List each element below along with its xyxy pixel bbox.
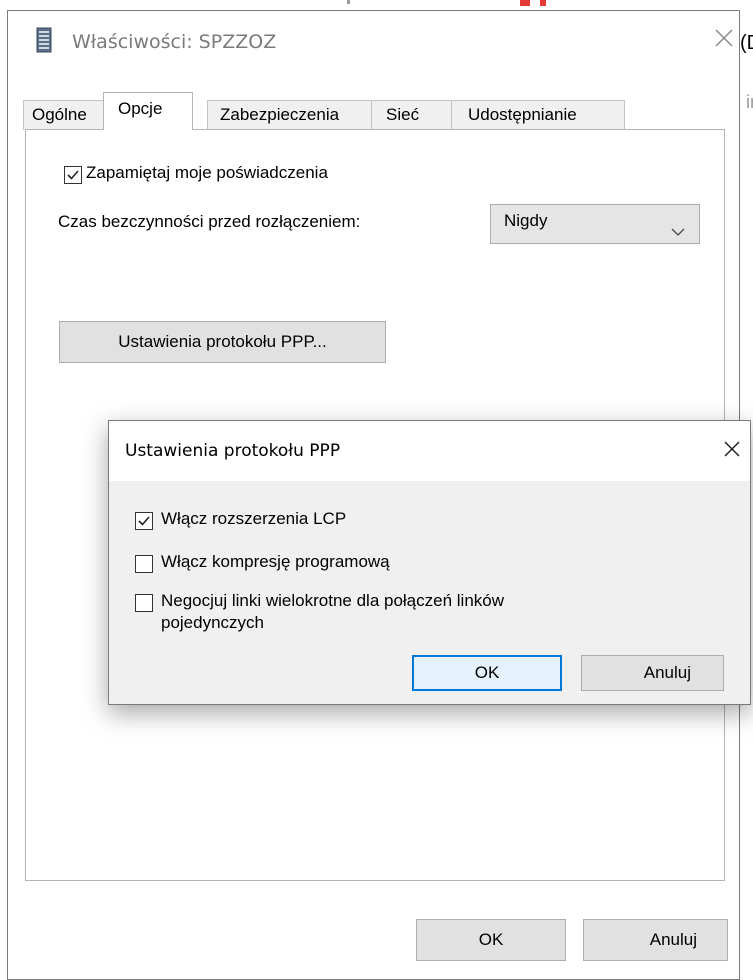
- background-window-text: ir: [746, 92, 753, 112]
- tab-bar: Ogólne Opcje Zabezpieczenia Sieć Udostęp…: [23, 92, 739, 130]
- close-icon[interactable]: [720, 437, 744, 461]
- background-decoration: [540, 0, 546, 6]
- multilink-label-line1: Negocjuj linki wielokrotne dla połączeń …: [161, 591, 505, 610]
- dialog-title-bar[interactable]: Ustawienia protokołu PPP: [109, 421, 750, 481]
- background-decoration: [520, 0, 530, 6]
- idle-time-label: Czas bezczynności przed rozłączeniem:: [58, 212, 361, 231]
- computer-tower-icon: [36, 27, 52, 53]
- ok-button[interactable]: OK: [416, 919, 566, 961]
- tab-security[interactable]: Zabezpieczenia: [207, 100, 373, 130]
- remember-credentials-label: Zapamiętaj moje poświadczenia: [86, 163, 328, 182]
- checkmark-icon: [138, 516, 150, 526]
- tab-network[interactable]: Sieć: [371, 100, 453, 130]
- lcp-extensions-checkbox[interactable]: [135, 512, 153, 530]
- multilink-label-line2: pojedynczych: [161, 613, 265, 632]
- dialog-title: Ustawienia protokołu PPP: [125, 441, 341, 461]
- remember-credentials-checkbox[interactable]: [64, 166, 82, 184]
- dialog-cancel-button[interactable]: Anuluj: [581, 655, 724, 691]
- tab-options[interactable]: Opcje: [103, 92, 193, 130]
- idle-time-select[interactable]: Nigdy: [490, 204, 700, 244]
- chevron-down-icon: [671, 221, 685, 241]
- background-decoration: [347, 0, 350, 4]
- background-window-text: (D: [740, 32, 753, 54]
- title-bar[interactable]: Właściwości: SPZZOZ: [8, 11, 739, 71]
- close-icon[interactable]: [711, 25, 737, 51]
- window-title: Właściwości: SPZZOZ: [72, 31, 277, 53]
- software-compression-checkbox[interactable]: [135, 555, 153, 573]
- ppp-settings-button[interactable]: Ustawienia protokołu PPP...: [59, 321, 386, 363]
- multilink-checkbox[interactable]: [135, 594, 153, 612]
- idle-time-value: Nigdy: [504, 211, 548, 230]
- ppp-settings-dialog: Ustawienia protokołu PPP Włącz rozszerze…: [108, 420, 751, 705]
- lcp-extensions-label: Włącz rozszerzenia LCP: [161, 509, 347, 528]
- checkmark-icon: [67, 170, 79, 180]
- tab-sharing[interactable]: Udostępnianie: [451, 100, 625, 130]
- tab-general[interactable]: Ogólne: [23, 100, 105, 130]
- cancel-button[interactable]: Anuluj: [583, 919, 728, 961]
- dialog-ok-button[interactable]: OK: [412, 655, 562, 691]
- software-compression-label: Włącz kompresję programową: [161, 552, 390, 571]
